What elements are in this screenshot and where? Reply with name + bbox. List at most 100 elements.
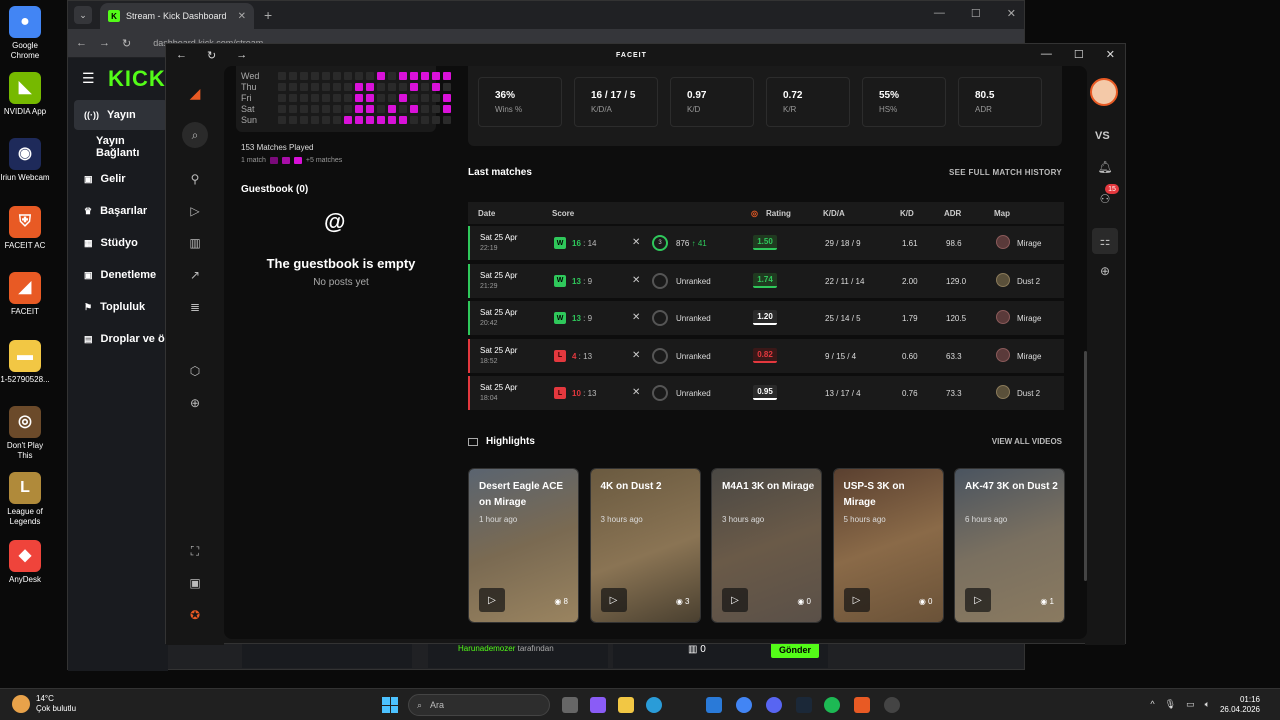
desktop-icon[interactable]: ▬ 1-52790528... (0, 340, 50, 385)
clock-date: 26.04.2026 (1219, 705, 1260, 714)
highlight-card[interactable]: AK-47 3K on Dust 2 6 hours ago ▷ ◉ 1 (954, 468, 1065, 623)
add-icon[interactable]: ⊕ (186, 394, 204, 412)
highlight-card[interactable]: USP-S 3K on Mirage 5 hours ago ▷ ◉ 0 (832, 468, 944, 623)
taskbar-search[interactable]: ⌕ Ara (408, 694, 550, 716)
faceit-close-button[interactable]: ✕ (1106, 48, 1115, 61)
gift-icon[interactable]: ▥ (688, 644, 697, 655)
desktop-icon[interactable]: ◉ Iriun Webcam (0, 138, 50, 183)
desktop-icon[interactable]: L League of Legends (0, 472, 50, 527)
match-row[interactable]: Sat 25 Apr 18:04 L 10 : 13 ✕ Unranked 0.… (468, 376, 1064, 410)
list-icon[interactable]: ≣ (186, 298, 204, 316)
tab-close-icon[interactable]: ✕ (238, 11, 246, 22)
faceit-forward-icon[interactable]: → (236, 49, 247, 61)
forward-icon[interactable]: → (99, 37, 110, 49)
start-button[interactable] (382, 697, 398, 713)
desktop-icon[interactable]: ◆ AnyDesk (0, 540, 50, 585)
see-full-match-history-link[interactable]: SEE FULL MATCH HISTORY (949, 168, 1062, 177)
faceit-logo-icon[interactable]: ◢ (186, 84, 204, 102)
kick-nav-item[interactable]: ▣ Denetleme (74, 260, 168, 290)
search-icon[interactable]: ⌕ (182, 122, 208, 148)
scan-icon[interactable]: ⛶ (186, 542, 204, 560)
reload-icon[interactable]: ↻ (122, 37, 131, 50)
highlight-card[interactable]: 4K on Dust 2 3 hours ago ▷ ◉ 3 (589, 468, 701, 623)
kick-nav-item[interactable]: ♛ Başarılar (74, 196, 168, 226)
menu-icon[interactable]: ☰ (82, 70, 95, 87)
close-button[interactable]: ✕ (1007, 7, 1016, 20)
send-button[interactable]: Gönder (771, 642, 819, 658)
spotify-icon[interactable] (824, 697, 840, 713)
highlight-card[interactable]: M4A1 3K on Mirage 3 hours ago ▷ ◉ 0 (711, 468, 822, 623)
score-own: 13 (572, 314, 581, 323)
bell-icon[interactable]: 🔔︎ (1096, 158, 1114, 176)
match-score: 16 : 14 (572, 239, 597, 248)
faceit-back-icon[interactable]: ← (176, 49, 187, 61)
play-icon[interactable]: ▷ (843, 588, 870, 612)
scrollbar[interactable] (1084, 351, 1087, 581)
desktop-icon[interactable]: ◣ NVIDIA App (0, 72, 50, 117)
kick-nav-item[interactable]: ▤ Droplar ve ö (74, 324, 168, 354)
faceit-reload-icon[interactable]: ↻ (207, 49, 216, 62)
new-tab-button[interactable]: + (264, 7, 272, 23)
desktop-icon[interactable]: ● Google Chrome (0, 6, 50, 61)
stats-icon[interactable]: ↗ (186, 266, 204, 284)
match-row[interactable]: Sat 25 Apr 20:42 W 13 : 9 ✕ Unranked 1.2… (468, 301, 1064, 335)
microphone-icon[interactable]: 🎙︎ (1165, 699, 1176, 710)
discord-icon[interactable] (766, 697, 782, 713)
kick-nav-item[interactable]: ((·)) Yayın (74, 100, 168, 130)
kick-nav-item[interactable]: ▦ Stüdyo (74, 228, 168, 258)
chrome-taskbar-icon[interactable] (736, 697, 752, 713)
faceit-maximize-button[interactable]: ☐ (1074, 48, 1084, 61)
volume-icon[interactable]: 🔈︎ (1205, 699, 1210, 710)
highlight-card[interactable]: Desert Eagle ACE on Mirage 1 hour ago ▷ … (468, 468, 579, 623)
obs-icon[interactable] (884, 697, 900, 713)
match-row[interactable]: Sat 25 Apr 22:19 W 16 : 14 ✕ 3 876 ↑ 41 … (468, 226, 1064, 260)
desktop-icon[interactable]: ⛨ FACEIT AC (0, 206, 50, 251)
heatmap-cell (333, 116, 341, 124)
watch-icon[interactable]: ▷ (186, 202, 204, 220)
minimize-button[interactable]: — (934, 7, 945, 20)
match-kd: 1.79 (902, 314, 918, 323)
play-icon[interactable]: ▷ (965, 588, 991, 612)
view-all-videos-link[interactable]: VIEW ALL VIDEOS (992, 437, 1062, 446)
add-friend-icon[interactable]: ⊕ (1096, 262, 1114, 280)
match-row[interactable]: Sat 25 Apr 18:52 L 4 : 13 ✕ Unranked 0.8… (468, 338, 1064, 373)
ranking-icon[interactable]: ▥ (186, 234, 204, 252)
hub-icon[interactable]: ⬡ (186, 362, 204, 380)
tray-chevron-icon[interactable]: ^ (1150, 699, 1154, 710)
heatmap-cell (355, 72, 363, 80)
avatar[interactable] (1090, 78, 1118, 106)
shop-icon[interactable]: ▣ (186, 574, 204, 592)
party-icon[interactable]: ⚏ (1092, 228, 1118, 254)
kick-nav-item[interactable]: ⚑ Topluluk (74, 292, 168, 322)
play-icon[interactable]: ▷ (600, 588, 627, 612)
network-icon[interactable]: ▭ (1186, 699, 1195, 710)
vs-button[interactable]: VS (1095, 130, 1110, 142)
play-icon[interactable]: ▷ (722, 588, 748, 612)
task-view-icon[interactable] (562, 697, 578, 713)
clock[interactable]: 01:16 26.04.2026 (1220, 695, 1260, 715)
kick-nav-item[interactable]: Yayın Bağlantı (74, 132, 168, 162)
faceit-taskbar-icon[interactable] (854, 697, 870, 713)
edge-icon[interactable] (646, 697, 662, 713)
chrome-tab-kick[interactable]: K Stream - Kick Dashboard ✕ (100, 3, 254, 29)
mail-icon[interactable] (706, 697, 722, 713)
weather-widget[interactable]: 14°C Çok bulutlu (12, 694, 76, 714)
players-search-icon[interactable]: ⚲ (186, 170, 204, 188)
tab-search-button[interactable]: ⌄ (74, 6, 92, 24)
match-row[interactable]: Sat 25 Apr 21:29 W 13 : 9 ✕ Unranked 1.7… (468, 263, 1064, 298)
steam-icon[interactable] (796, 697, 812, 713)
file-explorer-icon[interactable] (618, 697, 634, 713)
chat-username[interactable]: Harunademozer (458, 644, 515, 653)
elo-value: Unranked (676, 389, 711, 398)
faceit-minimize-button[interactable]: — (1041, 48, 1052, 61)
play-icon[interactable]: ▷ (479, 588, 505, 612)
faceit-ac-icon[interactable]: ✪ (186, 606, 204, 624)
kick-nav-label: Topluluk (100, 301, 146, 313)
desktop-icon[interactable]: ◢ FACEIT (0, 272, 50, 317)
back-icon[interactable]: ← (76, 37, 87, 49)
desktop-icon-image: ▬ (9, 340, 41, 372)
copilot-icon[interactable] (590, 697, 606, 713)
maximize-button[interactable]: ☐ (971, 7, 981, 20)
desktop-icon[interactable]: ◎ Don't Play This (0, 406, 50, 461)
kick-nav-item[interactable]: ▣ Gelir (74, 164, 168, 194)
